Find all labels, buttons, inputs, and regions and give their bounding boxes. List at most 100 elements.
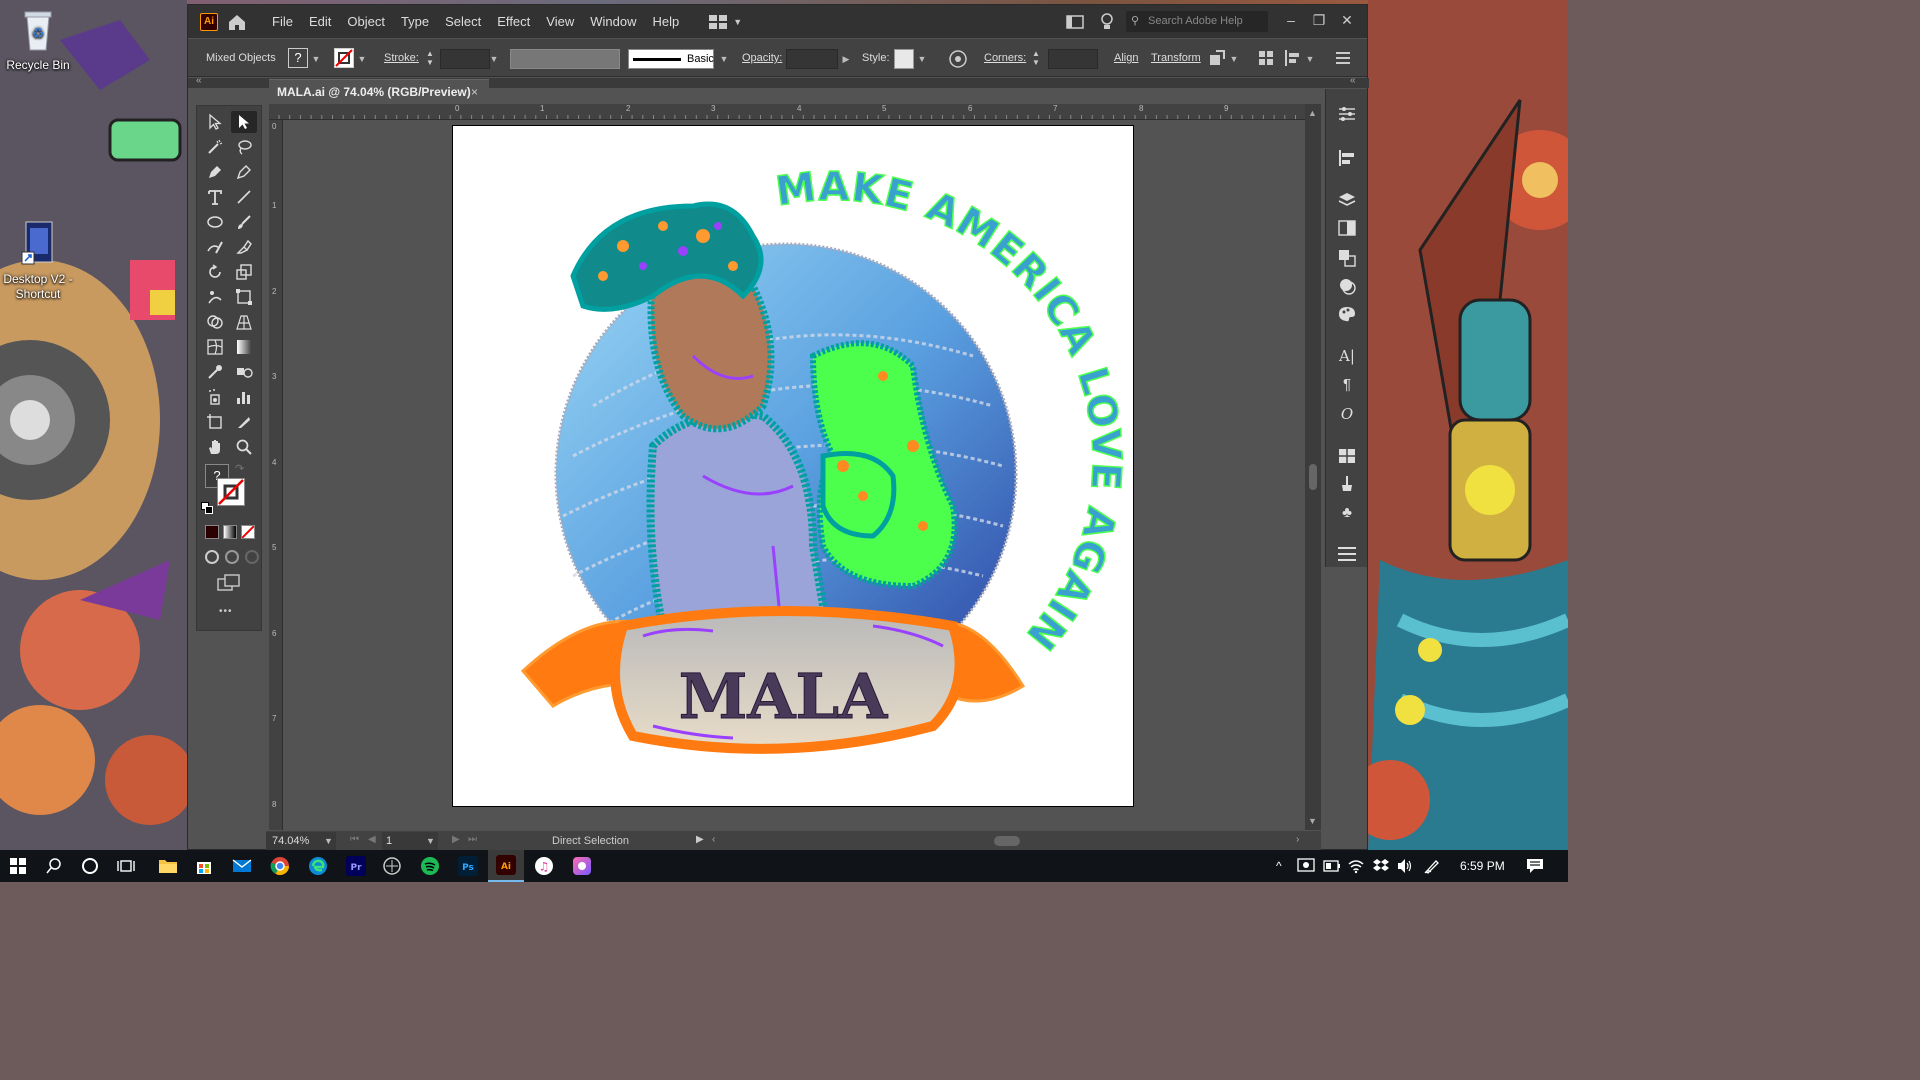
align-panel-icon[interactable]: [1336, 147, 1358, 169]
perspective-grid-tool[interactable]: [231, 311, 257, 333]
taskbar-app-circle[interactable]: [374, 850, 410, 882]
prev-artboard-icon[interactable]: ◀: [368, 834, 376, 845]
draw-behind-icon[interactable]: [225, 550, 239, 564]
opentype-panel-icon[interactable]: O: [1336, 403, 1358, 425]
menu-effect[interactable]: Effect: [489, 14, 538, 29]
corners-label[interactable]: Corners:: [984, 39, 1026, 77]
menu-object[interactable]: Object: [339, 14, 393, 29]
menu-type[interactable]: Type: [393, 14, 437, 29]
start-button[interactable]: [0, 850, 36, 882]
menu-file[interactable]: File: [264, 14, 301, 29]
arrange-icon[interactable]: [1258, 50, 1274, 66]
align-link[interactable]: Align: [1114, 39, 1138, 77]
battery-icon[interactable]: [1323, 860, 1341, 872]
variable-width-profile[interactable]: [510, 49, 620, 69]
paintbrush-tool[interactable]: [231, 211, 257, 233]
style-dropdown-icon[interactable]: ▼: [916, 49, 928, 69]
stroke-color-box[interactable]: [217, 478, 245, 506]
desktop-icon-recycle-bin[interactable]: ♻ Recycle Bin: [0, 8, 76, 73]
artboard-number-field[interactable]: 1 ▼: [382, 832, 438, 850]
scroll-left-icon[interactable]: ‹: [712, 834, 715, 845]
taskbar-photos[interactable]: [564, 850, 600, 882]
cortana-button[interactable]: [72, 850, 108, 882]
shaper-tool[interactable]: [202, 236, 228, 258]
taskbar-illustrator[interactable]: Ai: [488, 850, 524, 882]
brushes-panel-icon[interactable]: [1336, 473, 1358, 495]
artboard-dropdown-icon[interactable]: ▼: [426, 832, 435, 850]
taskbar-green-app[interactable]: [412, 850, 448, 882]
rotate-tool[interactable]: [202, 261, 228, 283]
taskbar-photoshop[interactable]: Ps: [450, 850, 486, 882]
search-input[interactable]: ⚲ Search Adobe Help: [1126, 11, 1268, 32]
next-artboard-icon[interactable]: ▶: [452, 834, 460, 845]
clock-time[interactable]: 6:59 PM: [1460, 850, 1505, 882]
taskbar-file-explorer[interactable]: [150, 850, 186, 882]
layers-panel-icon[interactable]: [1336, 189, 1358, 211]
taskbar-store[interactable]: [186, 850, 222, 882]
mesh-tool[interactable]: [202, 336, 228, 358]
vertical-scrollbar[interactable]: ▲ ▼: [1305, 104, 1321, 830]
appearance-panel-icon[interactable]: [1336, 275, 1358, 297]
close-button[interactable]: ✕: [1334, 9, 1360, 31]
line-segment-tool[interactable]: [231, 186, 257, 208]
transform-link[interactable]: Transform: [1151, 39, 1201, 77]
edit-toolbar-icon[interactable]: •••: [219, 606, 233, 617]
tab-document[interactable]: MALA.ai @ 74.04% (RGB/Preview) ×: [269, 79, 489, 103]
corners-stepper-icon[interactable]: ▲ ▼: [1032, 49, 1040, 67]
default-fill-stroke-icon[interactable]: [201, 502, 213, 514]
wifi-icon[interactable]: [1347, 858, 1365, 874]
slice-tool[interactable]: [231, 411, 257, 433]
menu-view[interactable]: View: [538, 14, 582, 29]
scroll-up-icon[interactable]: ▲: [1308, 108, 1317, 118]
character-panel-icon[interactable]: A|: [1336, 345, 1358, 367]
ellipse-tool[interactable]: [202, 211, 228, 233]
fill-swatch[interactable]: ?: [288, 48, 308, 68]
type-tool[interactable]: [202, 186, 228, 208]
swap-fill-stroke-icon[interactable]: ↷: [235, 462, 244, 475]
libraries-panel-icon[interactable]: [1336, 445, 1358, 467]
direct-selection-tool[interactable]: [231, 111, 257, 133]
taskbar-music[interactable]: ♫: [526, 850, 562, 882]
isolate-dropdown-icon[interactable]: ▼: [1228, 49, 1240, 69]
taskbar-premiere[interactable]: Pr: [338, 850, 374, 882]
search-button[interactable]: [36, 850, 72, 882]
opacity-label[interactable]: Opacity:: [742, 39, 782, 77]
eyedropper-tool[interactable]: [202, 361, 228, 383]
artboard-tool[interactable]: [202, 411, 228, 433]
corners-input[interactable]: [1048, 49, 1098, 69]
task-view-button[interactable]: [108, 850, 144, 882]
color-palette-icon[interactable]: [1336, 303, 1358, 325]
recolor-artwork-icon[interactable]: [948, 49, 968, 69]
action-center-icon[interactable]: [1526, 858, 1544, 874]
banner-text[interactable]: MALA: [678, 660, 888, 734]
arrange-documents-icon[interactable]: [1066, 15, 1084, 29]
volume-icon[interactable]: [1396, 858, 1414, 874]
draw-inside-icon[interactable]: [245, 550, 259, 564]
horizontal-scroll-thumb[interactable]: [994, 836, 1020, 846]
column-graph-tool[interactable]: [231, 386, 257, 408]
scroll-thumb[interactable]: [1309, 464, 1317, 490]
stroke-label[interactable]: Stroke:: [384, 39, 419, 77]
show-hidden-icons[interactable]: ^: [1276, 850, 1282, 882]
maximize-button[interactable]: ❐: [1306, 9, 1332, 31]
scroll-right-icon[interactable]: ›: [1296, 834, 1299, 845]
warp-tool[interactable]: [202, 286, 228, 308]
gradient-mode-button[interactable]: [223, 525, 237, 539]
stroke-weight-stepper-icon[interactable]: ▲ ▼: [426, 49, 434, 67]
menu-help[interactable]: Help: [644, 14, 687, 29]
blend-tool[interactable]: [231, 361, 257, 383]
ruler-vertical[interactable]: 0 1 2 3 4 5 6 7 8: [269, 120, 283, 830]
symbols-panel-icon[interactable]: ♣: [1336, 501, 1358, 523]
stroke-weight-dropdown-icon[interactable]: ▼: [488, 49, 500, 69]
free-transform-tool[interactable]: [231, 286, 257, 308]
taskbar-chrome[interactable]: [262, 850, 298, 882]
pathfinder-panel-icon[interactable]: [1336, 247, 1358, 269]
taskbar-edge[interactable]: [300, 850, 336, 882]
scale-tool[interactable]: [231, 261, 257, 283]
dropbox-icon[interactable]: [1372, 858, 1390, 874]
artboard[interactable]: MAKE AMERICA LOVE AGAIN MALA: [452, 125, 1134, 807]
isolate-icon[interactable]: [1208, 49, 1226, 67]
color-mode-button[interactable]: [205, 525, 219, 539]
ruler-horizontal[interactable]: 0 1 2 3 4 5 6 7 8 9: [269, 104, 1305, 120]
first-artboard-icon[interactable]: ⏮: [350, 834, 359, 845]
